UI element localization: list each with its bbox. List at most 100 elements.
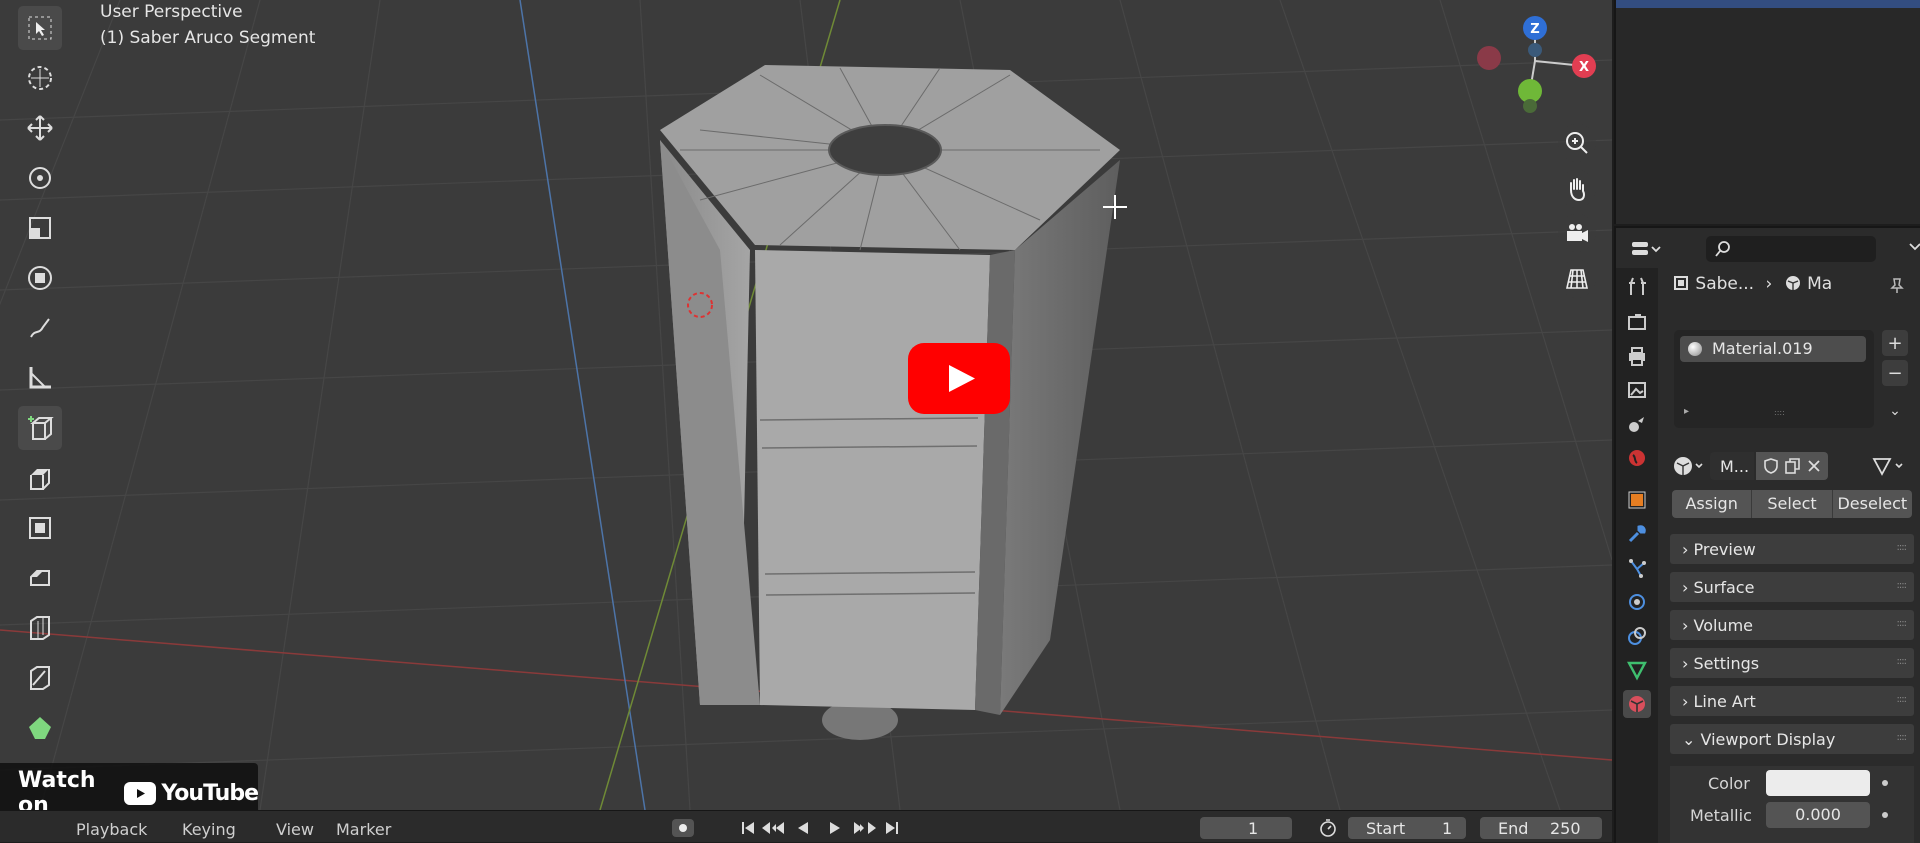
loop-cut-tool[interactable] [18,606,62,650]
stopwatch-icon[interactable] [1318,818,1338,838]
material-slot-item[interactable]: Material.019 [1680,336,1866,362]
tab-constraints[interactable] [1623,622,1651,650]
object-icon [1628,491,1646,509]
chevron-right-icon: › [1682,692,1694,711]
start-frame-field[interactable]: Start 1 [1348,817,1466,839]
bevel-icon [30,570,50,586]
tab-output[interactable] [1623,342,1651,370]
tab-render[interactable] [1623,308,1651,336]
resize-grip-icon[interactable]: :::: [1774,408,1785,417]
extrude-tool[interactable] [18,456,62,500]
keyframe-dot-icon[interactable] [1882,812,1888,818]
material-datablock-row: M... [1672,452,1912,480]
close-icon[interactable] [1806,458,1822,474]
tab-view-layer[interactable] [1623,376,1651,404]
panel-volume-label: Volume [1693,616,1753,635]
zoom-icon [1566,132,1588,154]
tab-data[interactable] [1623,656,1651,684]
fake-user-shield-icon[interactable] [1762,457,1780,475]
panel-viewport-display-label: Viewport Display [1700,730,1836,749]
add-slot-button[interactable]: + [1882,330,1908,356]
tab-physics[interactable] [1623,588,1651,616]
material-sphere-icon [1688,342,1702,356]
deselect-button[interactable]: Deselect [1833,490,1912,518]
properties-tabs [1616,268,1658,843]
chevron-right-icon: › [1682,540,1694,559]
panel-surface[interactable]: › Surface:::: [1670,572,1914,602]
tab-tool[interactable] [1623,272,1651,300]
metallic-field[interactable]: 0.000 [1766,802,1870,828]
outliner-selected-row[interactable] [1616,0,1920,8]
rotate-icon [29,167,51,189]
tab-material[interactable] [1623,690,1651,718]
tab-world[interactable] [1623,444,1651,472]
zoom-button[interactable] [1558,124,1596,162]
tab-object[interactable] [1623,486,1651,514]
end-frame-field[interactable]: End 250 [1480,817,1602,839]
panel-viewport-display[interactable]: ⌄ Viewport Display:::: [1670,724,1914,754]
material-icon [1629,696,1645,712]
wrench-icon [1628,525,1646,543]
scale-tool[interactable] [18,206,62,250]
add-cube-tool[interactable] [18,406,62,450]
playback-menu[interactable]: Playback [76,820,147,839]
properties-header [1616,228,1920,268]
bevel-tool[interactable] [18,556,62,600]
select-box-tool[interactable] [18,6,62,50]
remove-slot-button[interactable]: − [1882,360,1908,386]
navigation-gizmo[interactable]: Z X [1460,6,1610,116]
expand-arrow-icon[interactable]: ▸ [1684,406,1689,417]
drag-grip-icon[interactable]: :::: [1897,542,1908,553]
chevron-down-icon[interactable] [1908,240,1920,254]
properties-search-input[interactable] [1706,236,1876,262]
cursor-tool[interactable] [18,56,62,100]
drag-grip-icon[interactable]: :::: [1897,732,1908,743]
camera-icon [1567,224,1588,242]
3d-viewport[interactable]: User Perspective (1) Saber Aruco Segment [0,0,1612,810]
poly-build-tool[interactable] [18,706,62,750]
outliner-panel[interactable] [1614,0,1920,224]
metallic-label: Metallic [1690,806,1752,825]
annotate-tool[interactable] [18,306,62,350]
inset-tool[interactable] [18,506,62,550]
knife-tool[interactable] [18,656,62,700]
material-slot-list[interactable]: Material.019 ▸ :::: [1674,330,1874,428]
move-tool[interactable] [18,106,62,150]
panel-line-art[interactable]: › Line Art:::: [1670,686,1914,716]
current-frame-field[interactable]: 1 [1200,817,1292,839]
gizmo-x-label: X [1579,60,1589,75]
select-button[interactable]: Select [1752,490,1833,518]
perspective-toggle-button[interactable] [1558,260,1596,298]
transform-tool[interactable] [18,256,62,300]
pan-button[interactable] [1558,170,1596,208]
material-browse-icon[interactable] [1672,454,1706,478]
drag-grip-icon[interactable]: :::: [1897,618,1908,629]
rotate-tool[interactable] [18,156,62,200]
keying-menu[interactable]: Keying [182,820,236,839]
drag-grip-icon[interactable]: :::: [1897,694,1908,705]
view-menu[interactable]: View [276,820,314,839]
drag-grip-icon[interactable]: :::: [1897,656,1908,667]
panel-preview[interactable]: › Preview:::: [1670,534,1914,564]
pin-icon[interactable] [1888,276,1906,294]
tab-modifiers[interactable] [1623,520,1651,548]
panel-volume[interactable]: › Volume:::: [1670,610,1914,640]
playback-controls[interactable] [740,819,910,837]
youtube-play-button[interactable] [908,343,1010,414]
drag-grip-icon[interactable]: :::: [1897,580,1908,591]
editor-type-icon[interactable] [1630,238,1662,260]
slot-specials-button[interactable]: ⌄ [1882,398,1908,424]
marker-menu[interactable]: Marker [336,820,391,839]
camera-view-button[interactable] [1558,214,1596,252]
tab-scene[interactable] [1623,410,1651,438]
panel-settings[interactable]: › Settings:::: [1670,648,1914,678]
keyframe-dot-icon[interactable] [1882,780,1888,786]
measure-tool[interactable] [18,356,62,400]
record-button[interactable] [672,819,694,837]
assign-button[interactable]: Assign [1672,490,1753,518]
material-name-field[interactable]: M... [1710,452,1754,480]
duplicate-icon[interactable] [1784,457,1802,475]
color-swatch[interactable] [1766,770,1870,796]
link-type-icon[interactable] [1870,454,1910,478]
tab-particles[interactable] [1623,554,1651,582]
